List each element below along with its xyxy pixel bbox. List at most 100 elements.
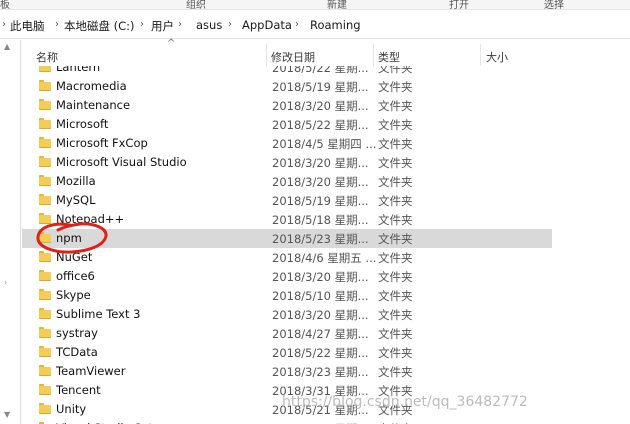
column-divider[interactable]: [480, 44, 481, 66]
file-type: 文件夹: [378, 232, 413, 246]
file-name: Maintenance: [56, 98, 131, 112]
file-date: 2018/4/27 星期...: [272, 327, 369, 341]
file-date: 2018/5/19 星期...: [272, 80, 369, 94]
folder-icon: [39, 66, 51, 72]
file-type: 文件夹: [378, 327, 413, 341]
file-type: 文件夹: [378, 66, 413, 75]
chevron-right-icon[interactable]: ›: [55, 19, 59, 30]
folder-icon: [39, 251, 51, 262]
folder-icon: [39, 308, 51, 319]
file-name: Tencent: [56, 383, 101, 397]
table-row[interactable]: systray 2018/4/27 星期... 文件夹: [22, 324, 552, 343]
file-date: 2018/5/22 星期...: [272, 66, 369, 75]
column-divider[interactable]: [373, 44, 374, 66]
file-name: Microsoft FxCop: [56, 136, 148, 150]
file-name: systray: [56, 326, 98, 340]
column-type[interactable]: 类型: [378, 49, 400, 65]
folder-icon: [39, 137, 51, 148]
file-type: 文件夹: [378, 308, 413, 322]
breadcrumb-item[interactable]: 此电脑: [10, 18, 45, 34]
file-date: 2018/5/22 星期...: [272, 346, 369, 360]
file-type: 文件夹: [378, 346, 413, 360]
folder-icon: [39, 175, 51, 186]
table-row[interactable]: Sublime Text 3 2018/3/20 星期... 文件夹: [22, 305, 552, 324]
table-row[interactable]: TeamViewer 2018/3/23 星期... 文件夹: [22, 362, 552, 381]
scroll-marker-icon: ›: [4, 278, 8, 287]
file-type: 文件夹: [378, 156, 413, 170]
file-date: 2018/5/19 星期...: [272, 194, 369, 208]
table-row[interactable]: Lantern 2018/5/22 星期... 文件夹: [22, 66, 552, 77]
ribbon-strip: 板 组织 新建 打开 选择: [0, 0, 630, 10]
folder-icon: [39, 99, 51, 110]
ribbon-item[interactable]: 打开: [449, 0, 469, 9]
file-name: Notepad++: [56, 212, 125, 226]
file-name: NuGet: [56, 250, 93, 264]
file-date: 2018/3/20 星期...: [272, 99, 369, 113]
breadcrumb-item[interactable]: Roaming: [310, 18, 361, 32]
file-type: 文件夹: [378, 175, 413, 189]
column-name[interactable]: 名称: [36, 49, 58, 65]
file-type: 文件夹: [378, 194, 413, 208]
table-row[interactable]: TCData 2018/5/22 星期... 文件夹: [22, 343, 552, 362]
table-row[interactable]: Microsoft FxCop 2018/4/5 星期四 ... 文件夹: [22, 134, 552, 153]
chevron-right-icon[interactable]: ›: [228, 19, 232, 30]
breadcrumb[interactable]: › 此电脑 › 本地磁盘 (C:) › 用户 › asus › AppData …: [0, 13, 630, 39]
file-name: TeamViewer: [56, 364, 126, 378]
table-row[interactable]: Microsoft 2018/5/22 星期... 文件夹: [22, 115, 552, 134]
breadcrumb-item[interactable]: 本地磁盘 (C:): [64, 18, 135, 34]
scroll-up-icon[interactable]: ▲: [4, 42, 10, 51]
table-row[interactable]: Notepad++ 2018/5/18 星期... 文件夹: [22, 210, 552, 229]
chevron-right-icon[interactable]: ›: [140, 19, 144, 30]
file-name: Microsoft Visual Studio: [56, 155, 187, 169]
file-date: 2018/4/6 星期五 ...: [272, 251, 377, 265]
file-date: 2018/4/5 星期四 ...: [272, 137, 377, 151]
folder-icon: [39, 270, 51, 281]
folder-icon: [39, 384, 51, 395]
table-row[interactable]: NuGet 2018/4/6 星期五 ... 文件夹: [22, 248, 552, 267]
folder-icon: [39, 80, 51, 91]
column-date[interactable]: 修改日期: [271, 49, 315, 65]
file-date: 2018/5/22 星期...: [272, 118, 369, 132]
watermark: https://blog.csdn.net/qq_36482772: [282, 394, 528, 410]
table-row[interactable]: Skype 2018/5/10 星期... 文件夹: [22, 286, 552, 305]
table-row[interactable]: Visual Studio Setup2018/5/22 星期...文件夹: [22, 419, 552, 424]
column-header: ^ 名称 修改日期 类型 大小: [22, 38, 630, 66]
navigation-pane[interactable]: ▲ › ▼: [0, 40, 21, 424]
file-date: 2018/3/23 星期...: [272, 365, 369, 379]
table-row[interactable]: Microsoft Visual Studio 2018/3/20 星期... 文件…: [22, 153, 552, 172]
file-name: Unity: [56, 402, 87, 416]
file-name: Macromedia: [56, 79, 127, 93]
file-date: 2018/3/20 星期...: [272, 270, 369, 284]
chevron-right-icon[interactable]: ›: [178, 19, 182, 30]
file-type: 文件夹: [378, 213, 413, 227]
file-type: 文件夹: [378, 137, 413, 151]
file-type: 文件夹: [378, 270, 413, 284]
table-row[interactable]: Maintenance 2018/3/20 星期... 文件夹: [22, 96, 552, 115]
table-row[interactable]: Macromedia 2018/5/19 星期... 文件夹: [22, 77, 552, 96]
scroll-down-icon[interactable]: ▼: [4, 410, 10, 419]
ribbon-item[interactable]: 组织: [186, 0, 206, 9]
ribbon-item[interactable]: 新建: [327, 0, 347, 9]
ribbon-item[interactable]: 选择: [544, 0, 564, 9]
file-type: 文件夹: [378, 365, 413, 379]
file-name: Microsoft: [56, 117, 109, 131]
breadcrumb-item[interactable]: 用户: [151, 18, 174, 34]
file-type: 文件夹: [378, 251, 413, 265]
breadcrumb-item[interactable]: AppData: [242, 18, 292, 32]
file-name: MySQL: [56, 193, 96, 207]
chevron-right-icon[interactable]: ›: [295, 19, 299, 30]
column-size[interactable]: 大小: [486, 49, 508, 65]
folder-icon: [39, 327, 51, 338]
breadcrumb-item[interactable]: asus: [196, 18, 222, 32]
file-list: Lantern 2018/5/22 星期... 文件夹 Macromedia 2018/…: [22, 66, 630, 424]
file-date: 2018/5/23 星期...: [272, 232, 369, 246]
table-row[interactable]: MySQL 2018/5/19 星期... 文件夹: [22, 191, 552, 210]
table-row[interactable]: office6 2018/3/20 星期... 文件夹: [22, 267, 552, 286]
column-divider[interactable]: [266, 44, 267, 66]
ribbon-item[interactable]: 板: [0, 0, 10, 9]
table-row[interactable]: npm 2018/5/23 星期... 文件夹: [22, 229, 552, 248]
file-name: office6: [56, 269, 95, 283]
file-type: 文件夹: [378, 80, 413, 94]
table-row[interactable]: Mozilla 2018/3/20 星期... 文件夹: [22, 172, 552, 191]
chevron-right-icon[interactable]: ›: [2, 19, 6, 30]
